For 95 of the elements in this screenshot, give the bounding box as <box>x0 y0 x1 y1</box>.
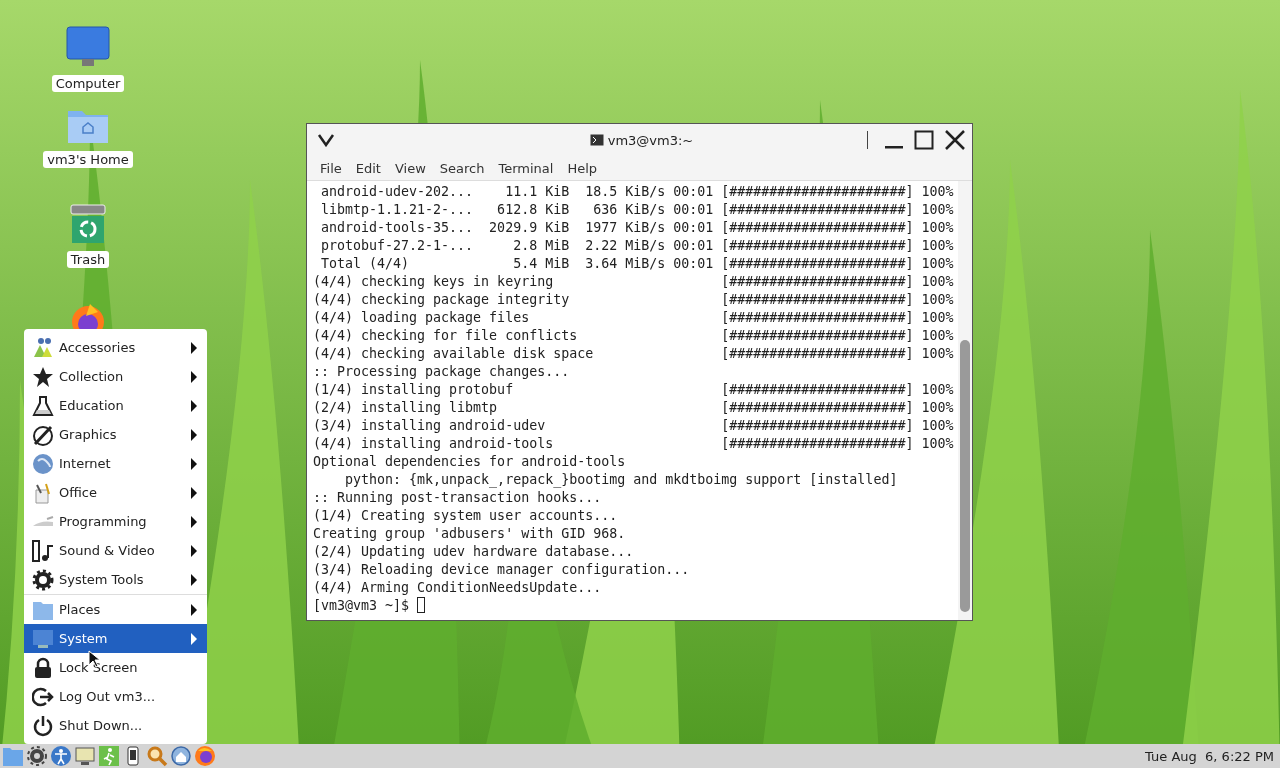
output-line: (4/4) loading package files <box>313 309 531 325</box>
progress-text: [######################] 100% <box>721 255 954 271</box>
film-music-icon <box>32 539 54 562</box>
text-cursor <box>417 597 426 613</box>
output-line: libmtp-1.1.21-2-... 612.8 KiB 636 KiB/s 00:01 <box>320 201 715 217</box>
menu-item[interactable]: Search <box>432 160 492 176</box>
submenu-arrow-icon <box>191 573 197 586</box>
menu-item[interactable]: System <box>24 624 207 653</box>
submenu-arrow-icon <box>191 515 197 528</box>
menu-item[interactable]: System Tools <box>24 565 207 594</box>
menu-item[interactable]: Sound & Video <box>24 536 207 565</box>
progress-text: [######################] 100% <box>721 291 954 307</box>
output-line: (1/4) Creating system user accounts... <box>313 507 618 523</box>
output-line: Total (4/4) 5.4 MiB 3.64 MiB/s 00:01 <box>320 255 715 271</box>
output-line: (2/4) Updating udev hardware database... <box>313 543 634 559</box>
menu-item[interactable]: Log Out vm3... <box>24 682 207 711</box>
output-line: :: Processing package changes... <box>313 363 570 379</box>
menu-item[interactable]: Education <box>24 391 207 420</box>
star-icon <box>32 365 54 388</box>
submenu-arrow-icon <box>191 486 197 499</box>
menu-item[interactable]: Help <box>560 160 605 176</box>
menu-item[interactable]: Graphics <box>24 420 207 449</box>
icon-label[interactable]: Trash <box>66 251 110 268</box>
menu-item[interactable]: Programming <box>24 507 207 536</box>
progress-text: [######################] 100% <box>721 201 954 217</box>
menu-item[interactable]: File <box>313 160 349 176</box>
submenu-arrow-icon <box>191 428 197 441</box>
shell-prompt: [vm3@vm3 ~]$ <box>313 597 410 613</box>
scrollbar[interactable] <box>958 181 972 620</box>
chevron-icon[interactable] <box>317 133 335 147</box>
submenu-arrow-icon <box>191 370 197 383</box>
monitor-icon <box>32 627 54 650</box>
power-icon <box>32 714 54 737</box>
progress-text: [######################] 100% <box>721 237 954 253</box>
icon-label[interactable]: Computer <box>51 75 125 92</box>
output-line: (2/4) installing libmtp <box>313 399 499 415</box>
submenu-arrow-icon <box>191 399 197 412</box>
gear-icon <box>32 568 54 591</box>
progress-text: [######################] 100% <box>721 381 954 397</box>
output-line: android-udev-202... 11.1 KiB 18.5 KiB/s 00:01 <box>320 183 715 199</box>
progress-text: [######################] 100% <box>721 327 954 343</box>
maximize-icon[interactable] <box>914 130 934 150</box>
browser-icon[interactable] <box>194 745 216 767</box>
menu-item[interactable]: Office <box>24 478 207 507</box>
close-icon[interactable] <box>944 129 966 151</box>
progress-text: [######################] 100% <box>721 183 954 199</box>
progress-text: [######################] 100% <box>721 417 954 433</box>
progress-text: [######################] 100% <box>721 345 954 361</box>
progress-text: [######################] 100% <box>721 399 954 415</box>
output-line: (3/4) installing android-udev <box>313 417 547 433</box>
submenu-arrow-icon <box>191 544 197 557</box>
menu-item[interactable]: View <box>387 160 433 176</box>
menu-item[interactable]: Places <box>24 595 207 624</box>
output-line: protobuf-27.2-1-... 2.8 MiB 2.22 MiB/s 00:01 <box>320 237 715 253</box>
output-line: python: {mk,unpack_,repack_}bootimg and mkdtboimg support [installed] <box>344 471 898 487</box>
output-line: Optional dependencies for android-tools <box>313 453 626 469</box>
icon-label[interactable]: vm3's Home <box>43 151 133 168</box>
progress-text: [######################] 100% <box>721 435 954 451</box>
menu-item[interactable]: Edit <box>348 160 388 176</box>
monitor-icon[interactable] <box>66 25 110 69</box>
output-line: android-tools-35... 2029.9 KiB 1977 KiB/s 00:01 <box>320 219 715 235</box>
output-line: (1/4) installing protobuf <box>313 381 515 397</box>
lock-icon <box>32 656 54 679</box>
submenu-arrow-icon <box>191 457 197 470</box>
recycle-bin-icon[interactable] <box>69 203 107 245</box>
output-line: (4/4) checking available disk space <box>313 345 595 361</box>
submenu-arrow-icon <box>191 341 197 354</box>
menu-item[interactable]: Lock Screen <box>24 653 207 682</box>
gear-icon[interactable] <box>26 745 48 767</box>
output-line: (4/4) Arming ConditionNeedsUpdate... <box>313 579 602 595</box>
progress-text: [######################] 100% <box>721 273 954 289</box>
menu-item[interactable]: Accessories <box>24 333 207 362</box>
window-title: vm3@vm3:~ <box>607 132 694 148</box>
progress-text: [######################] 100% <box>721 309 954 325</box>
submenu-arrow-icon <box>191 632 197 645</box>
menu-item[interactable]: Terminal <box>491 160 561 176</box>
flask-icon <box>32 394 54 417</box>
scroll-thumb[interactable] <box>960 340 970 612</box>
output-line: (3/4) Reloading device manager configuration... <box>313 561 690 577</box>
output-line: (4/4) checking for file conflicts <box>313 327 579 343</box>
clock[interactable]: Tue Aug 6, 6:22 PM <box>1145 748 1280 764</box>
menu-item[interactable]: Collection <box>24 362 207 391</box>
logout-icon <box>32 685 54 708</box>
output-line: (4/4) checking package integrity <box>313 291 571 307</box>
menu-item[interactable]: Internet <box>24 449 207 478</box>
terminal-icon <box>589 134 604 146</box>
progress-text: [######################] 100% <box>721 219 954 235</box>
output-line: (4/4) installing android-tools <box>313 435 555 451</box>
menu-item[interactable]: Shut Down... <box>24 711 207 740</box>
output-line: (4/4) checking keys in keyring <box>313 273 555 289</box>
output-line: :: Running post-transaction hooks... <box>313 489 602 505</box>
accessibility-icon[interactable] <box>50 745 72 767</box>
monitor-icon[interactable] <box>74 745 96 767</box>
output-line: Creating group 'adbusers' with GID 968. <box>313 525 626 541</box>
submenu-arrow-icon <box>191 603 197 616</box>
